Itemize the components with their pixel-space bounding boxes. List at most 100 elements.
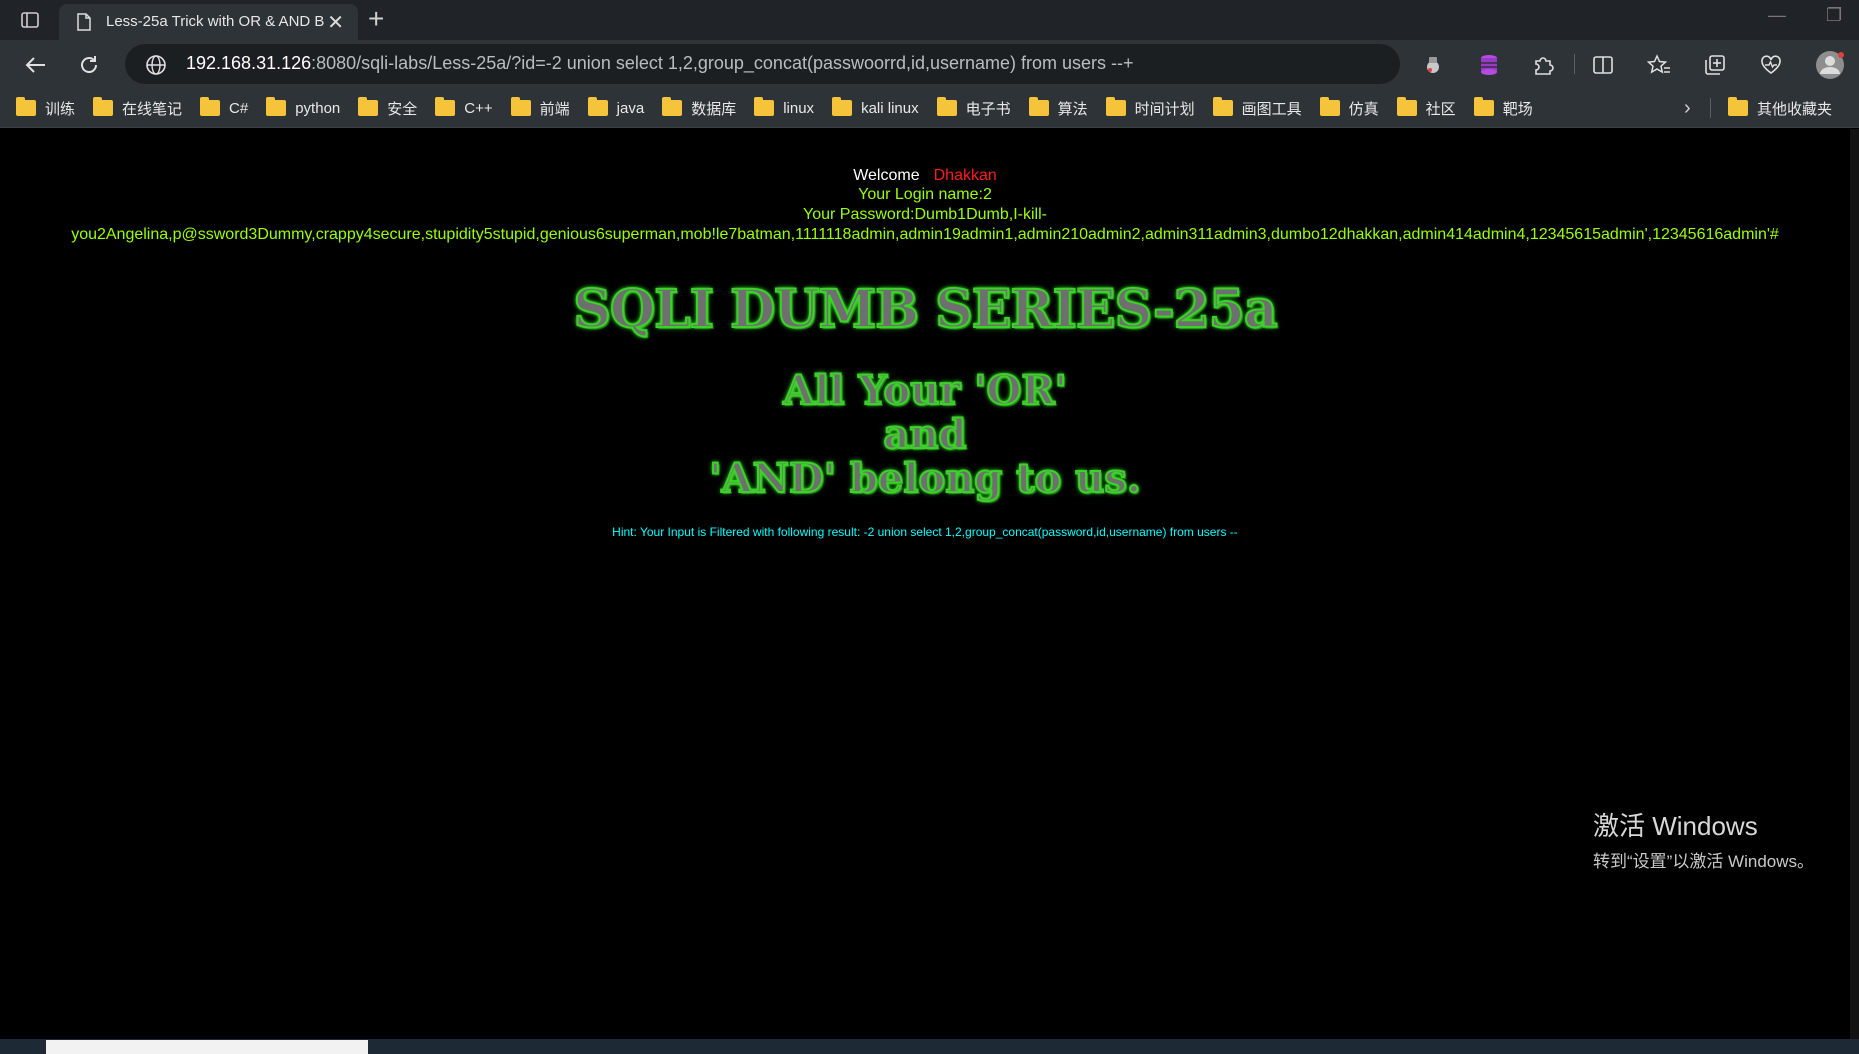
activation-title: 激活 Windows [1593,811,1758,841]
tab-strip: Less-25a Trick with OR & AND Bl ✕ + — ❐ [0,0,1859,40]
welcome-label: Welcome [853,167,920,184]
bookmark-label: C++ [464,99,493,117]
restore-icon[interactable]: ❐ [1826,5,1842,26]
welcome-name: Dhakkan [933,167,997,184]
taskbar-search-box[interactable] [46,1040,368,1054]
folder-icon [832,97,853,116]
favorites-icon[interactable] [1646,52,1672,78]
bookmark-folder[interactable]: 数据库 [662,88,736,128]
bookmark-label: kali linux [861,99,919,117]
bookmark-folder[interactable]: java [587,88,645,128]
tab-active[interactable]: Less-25a Trick with OR & AND Bl ✕ [59,4,358,40]
bookmark-label: 安全 [387,100,418,118]
tab-title: Less-25a Trick with OR & AND Bl [106,13,324,30]
bookmark-folder[interactable]: 在线笔记 [93,88,182,128]
toolbar-divider [1574,54,1575,74]
bookmark-folder[interactable]: C# [200,88,248,128]
folder-icon [93,97,114,116]
bookmark-folder[interactable]: 仿真 [1319,88,1379,128]
folder-icon [662,97,683,116]
folder-icon [587,97,608,116]
vertical-scrollbar[interactable] [1850,129,1859,1039]
folder-icon [1728,97,1748,116]
tab-actions-icon[interactable] [14,8,46,32]
folder-icon [1473,97,1494,116]
series-title: SQLI DUMB SERIES-25a [572,278,1278,341]
other-bookmarks-label: 其他收藏夹 [1757,100,1833,118]
bookmark-folder[interactable]: linux [754,88,814,128]
folder-icon [1319,97,1340,116]
bookmark-folder[interactable]: python [266,88,340,128]
folder-icon [510,97,531,116]
bookmark-label: 数据库 [691,100,737,118]
bookmark-label: 仿真 [1348,100,1379,118]
bookmark-label: linux [783,99,815,117]
bookmark-folder[interactable]: 社区 [1396,88,1456,128]
back-icon[interactable] [20,50,50,80]
profile-avatar-icon[interactable] [1814,49,1846,81]
url-path: :8080/sqli-labs/Less-25a/?id=-2 union se… [311,53,1134,73]
page-content: Welcome Dhakkan Your Login name:2 Your Pa… [0,129,1850,1039]
bookmark-label: 时间计划 [1134,100,1195,118]
database-extension-icon[interactable] [1476,52,1502,78]
bookmark-label: 画图工具 [1241,100,1302,118]
address-bar[interactable]: 192.168.31.126:8080/sqli-labs/Less-25a/?… [125,44,1400,84]
bookmark-folder[interactable]: kali linux [832,88,919,128]
page-icon [77,13,91,36]
subtitle-line-1: All Your 'OR' [782,366,1068,415]
folder-icon [1212,97,1233,116]
folder-icon [1396,97,1417,116]
bookmark-folder[interactable]: 靶场 [1473,88,1533,128]
reload-icon[interactable] [74,50,104,80]
folder-icon [266,97,287,116]
toolbar: 192.168.31.126:8080/sqli-labs/Less-25a/?… [0,40,1859,88]
browser-essentials-icon[interactable] [1758,52,1784,78]
bookmark-label: java [616,99,645,117]
bookmark-label: 在线笔记 [122,100,183,118]
bookmark-label: python [295,99,341,117]
bookmark-label: 前端 [539,100,570,118]
bookmark-folder[interactable]: C++ [435,88,493,128]
bookmark-folder[interactable]: 电子书 [936,88,1011,128]
activation-watermark: 激活 Windows 转到“设置”以激活 Windows。 [1593,806,1814,872]
globe-icon[interactable] [145,54,167,76]
bookmark-folder[interactable]: 前端 [510,88,570,128]
bookmark-label: 社区 [1425,100,1456,118]
minimize-icon[interactable]: — [1768,5,1786,26]
bookmark-folder[interactable]: 时间计划 [1105,88,1195,128]
bookmark-folder[interactable]: 画图工具 [1212,88,1302,128]
new-tab-icon[interactable]: + [368,3,384,35]
folder-icon [358,97,379,116]
collections-icon[interactable] [1702,52,1728,78]
folder-icon [754,97,775,116]
filter-hint: Hint: Your Input is Filtered with follow… [612,525,1238,539]
bookmark-list: 训练 在线笔记 C# python 安全 C++ 前端 java 数据库 lin… [16,88,1551,128]
subtitle-line-2: and [883,410,968,459]
taskbar [0,1039,1859,1054]
subtitle-line-3: 'AND' belong to us. [708,454,1142,503]
close-tab-icon[interactable]: ✕ [327,10,344,35]
bookmark-label: C# [229,99,249,117]
login-name-result: Your Login name:2 [858,186,992,203]
bookmark-label: 靶场 [1502,100,1533,118]
folder-icon [435,97,456,116]
other-bookmarks-folder[interactable]: 其他收藏夹 [1728,88,1832,128]
extensions-puzzle-icon[interactable] [1530,52,1556,78]
url-host: 192.168.31.126 [186,53,312,73]
bookmark-label: 电子书 [965,100,1011,118]
folder-icon [200,97,221,116]
bookmark-label: 训练 [45,100,76,118]
url-text[interactable]: 192.168.31.126:8080/sqli-labs/Less-25a/?… [186,53,1134,74]
bookmark-folder[interactable]: 安全 [358,88,417,128]
folder-icon [936,97,957,116]
bookmark-folder[interactable]: 算法 [1028,88,1088,128]
chevron-right-icon[interactable]: › [1684,97,1691,120]
password-result-line-1: Your Password:Dumb1Dumb,I-kill- [803,206,1047,223]
extension-icon[interactable] [1420,52,1446,78]
folder-icon [1028,97,1049,116]
bookmark-folder[interactable]: 训练 [16,88,75,128]
bookmarks-divider [1710,98,1711,118]
split-screen-icon[interactable] [1590,52,1616,78]
activation-subtitle: 转到“设置”以激活 Windows。 [1593,852,1815,871]
folder-icon [1105,97,1126,116]
